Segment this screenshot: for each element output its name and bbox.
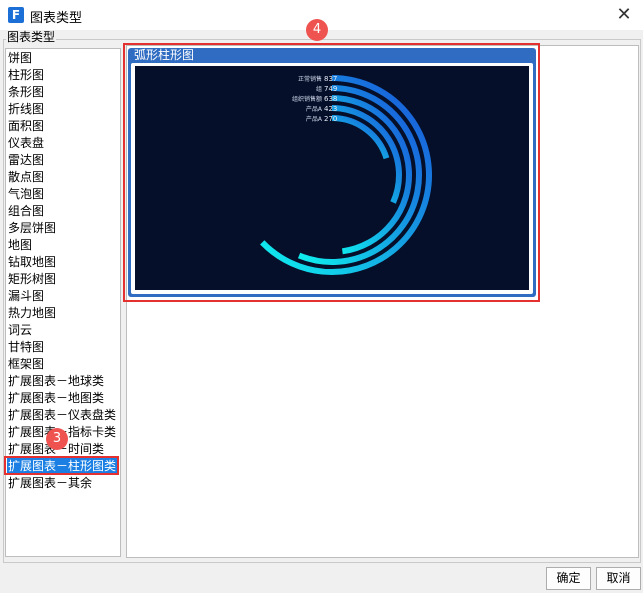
- chart-type-item[interactable]: 扩展图表－其余: [7, 475, 92, 491]
- category-label: 产品A: [306, 105, 323, 113]
- chart-type-item[interactable]: 仪表盘: [7, 135, 44, 151]
- chart-type-item[interactable]: 条形图: [7, 84, 44, 100]
- chart-type-item[interactable]: 漏斗图: [7, 288, 44, 304]
- chart-type-item[interactable]: 多层饼图: [7, 220, 56, 236]
- chart-type-item[interactable]: 地图: [7, 237, 32, 253]
- value-label: 270: [324, 115, 337, 123]
- chart-type-item[interactable]: 甘特图: [7, 339, 44, 355]
- category-label: 组织销售额: [292, 95, 322, 103]
- step-badge-4: 4: [306, 19, 328, 41]
- arc-bar-chart: 正常销售 837组 749组织销售额 638产品A 423产品A 270: [135, 66, 529, 290]
- app-logo-icon: F: [8, 7, 24, 23]
- chart-type-item[interactable]: 饼图: [7, 50, 32, 66]
- value-label: 638: [324, 95, 337, 103]
- chart-type-item[interactable]: 扩展图表－仪表盘类: [7, 407, 116, 423]
- chart-type-item[interactable]: 扩展图表－地图类: [7, 390, 104, 406]
- value-label: 423: [324, 105, 337, 113]
- chart-thumbnail-arc-bar[interactable]: 弧形柱形图 正常销售 837 组 749 组织销售额 638 产品A 423 产品A 270: [128, 48, 536, 297]
- group-label: 图表类型: [6, 30, 57, 44]
- thumbnail-label: 弧形柱形图: [134, 48, 195, 62]
- category-label: 正常销售: [298, 75, 322, 83]
- chart-type-item[interactable]: 散点图: [7, 169, 44, 185]
- value-label: 837: [324, 75, 337, 83]
- ok-button[interactable]: 确定: [546, 567, 591, 590]
- chart-type-item[interactable]: 框架图: [7, 356, 44, 372]
- chart-type-item[interactable]: 气泡图: [7, 186, 44, 202]
- selection-highlight: [4, 456, 119, 475]
- chart-type-item[interactable]: 柱形图: [7, 67, 44, 83]
- category-label: 组: [316, 85, 322, 93]
- chart-type-item[interactable]: 扩展图表－地球类: [7, 373, 104, 389]
- value-label: 749: [324, 85, 337, 93]
- window-title: 图表类型: [30, 11, 83, 26]
- chart-type-item[interactable]: 折线图: [7, 101, 44, 117]
- chart-type-item[interactable]: 矩形树图: [7, 271, 56, 287]
- category-label: 产品A: [306, 115, 323, 123]
- chart-type-item[interactable]: 雷达图: [7, 152, 44, 168]
- step-badge-3: 3: [46, 428, 68, 450]
- chart-type-item[interactable]: 热力地图: [7, 305, 56, 321]
- chart-type-item[interactable]: 面积图: [7, 118, 44, 134]
- chart-type-item[interactable]: 词云: [7, 322, 32, 338]
- chart-type-item[interactable]: 钻取地图: [7, 254, 56, 270]
- close-icon[interactable]: ✕: [613, 4, 635, 26]
- chart-type-item[interactable]: 组合图: [7, 203, 44, 219]
- cancel-button[interactable]: 取消: [596, 567, 641, 590]
- chart-type-list[interactable]: 饼图 柱形图 条形图 折线图 面积图 仪表盘 雷达图 散点图 气泡图 组合图 多层饼图 地图 钻取地图矩…: [5, 48, 121, 557]
